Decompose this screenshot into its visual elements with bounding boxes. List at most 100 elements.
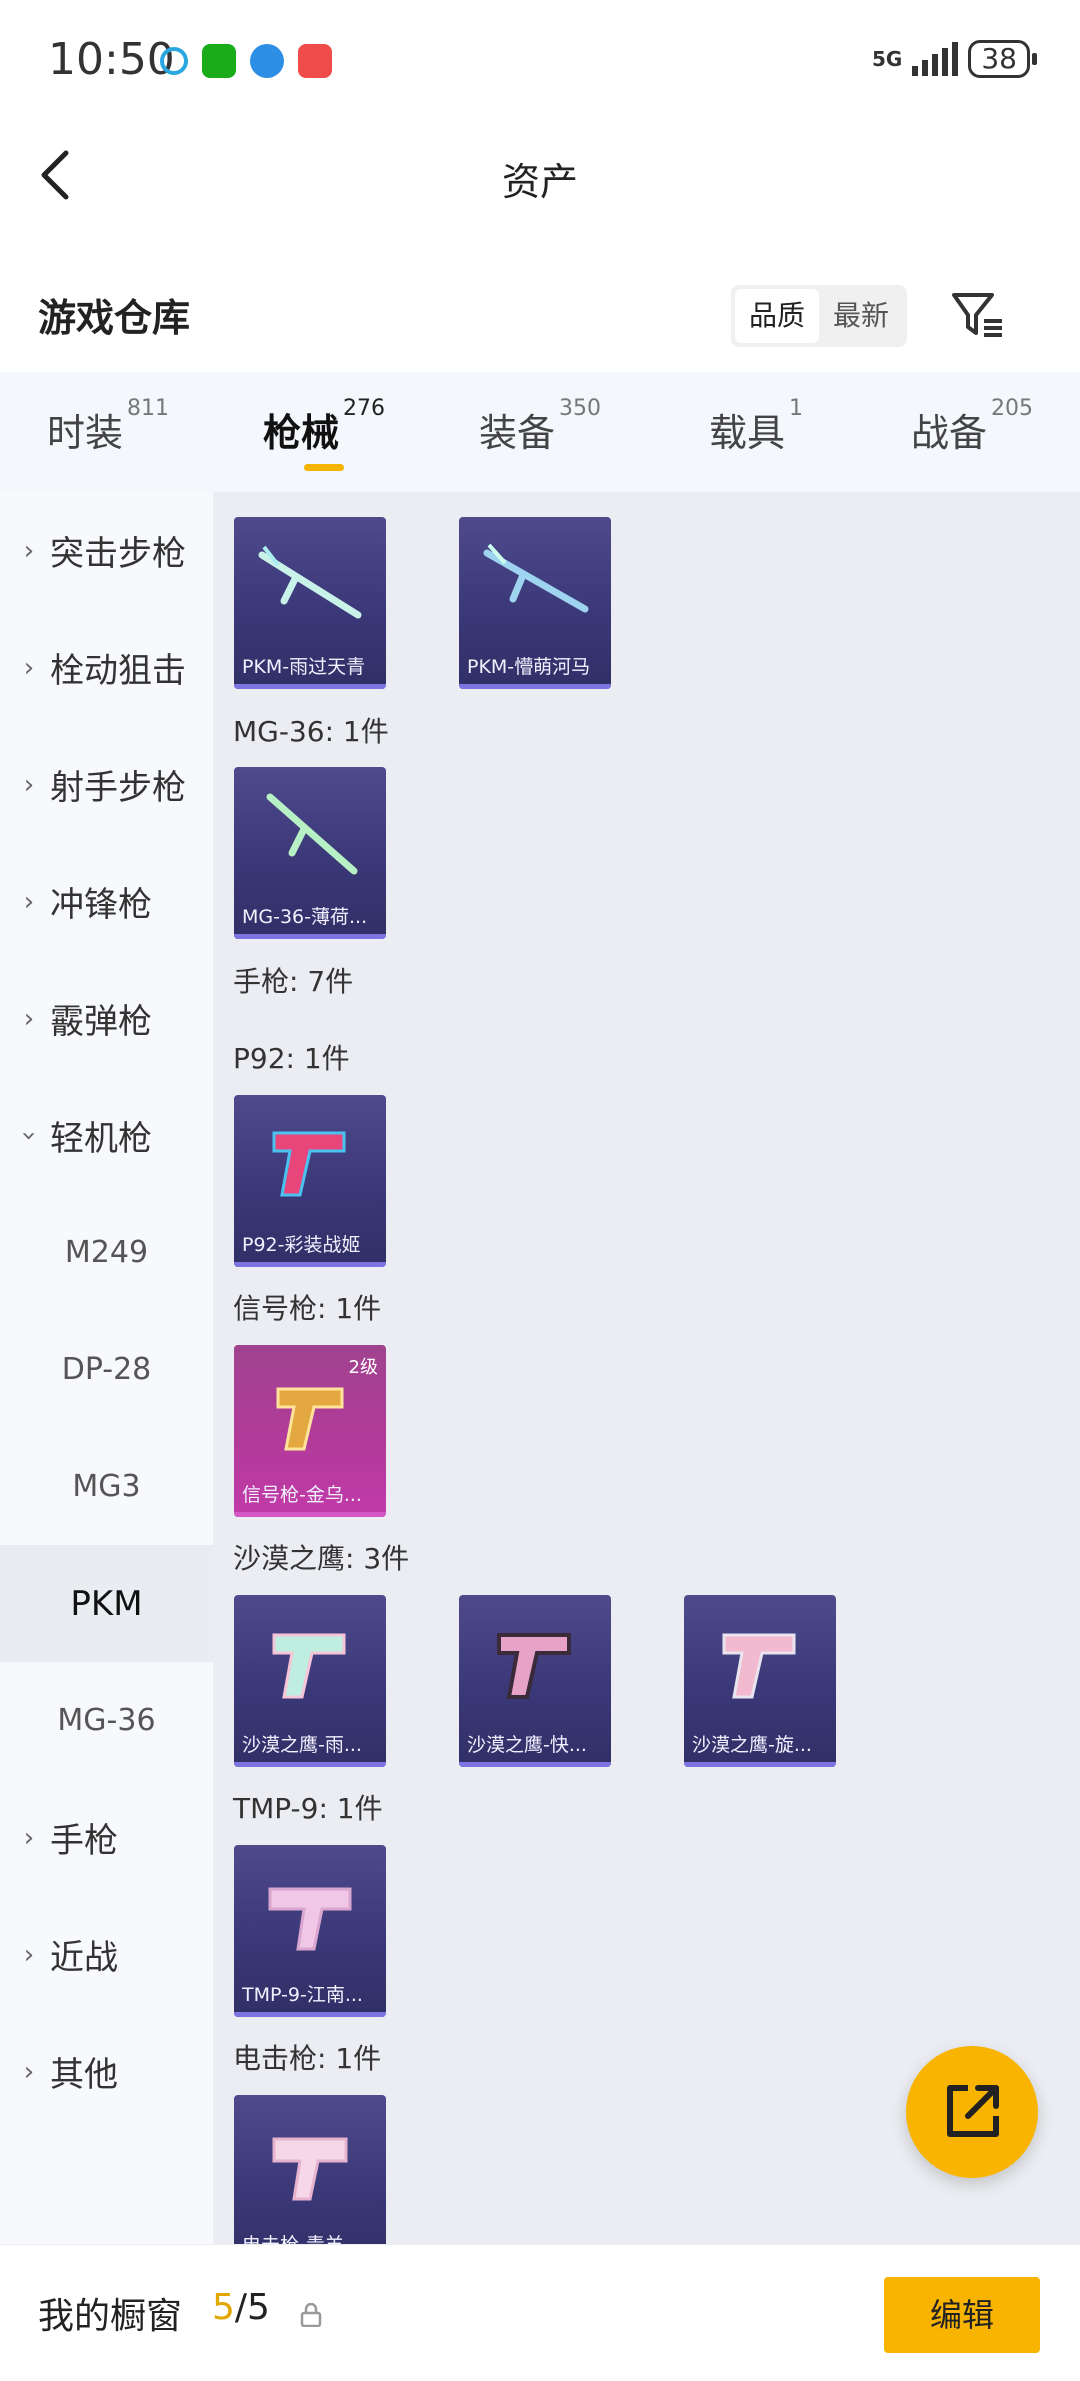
- tab-weapons[interactable]: 枪械276: [216, 372, 432, 492]
- item-name: 电击枪-青羊...: [242, 2230, 380, 2244]
- sidebar-subitem-m249[interactable]: M249: [0, 1194, 213, 1311]
- chevron-right-icon: ›: [23, 1939, 35, 1970]
- chat-bubble-icon: [160, 47, 188, 75]
- chevron-right-icon: ›: [23, 1003, 35, 1034]
- rarity-bar: [234, 934, 386, 939]
- chevron-right-icon: ›: [23, 652, 35, 683]
- sidebar-subitem-mg3[interactable]: MG3: [0, 1428, 213, 1545]
- sidebar-subitem-dp28[interactable]: DP-28: [0, 1311, 213, 1428]
- rarity-bar: [459, 684, 611, 689]
- lock-icon: [300, 2303, 322, 2327]
- sort-toggle: 品质 最新: [731, 285, 907, 347]
- rarity-bar: [234, 684, 386, 689]
- sidebar-item-smg[interactable]: › 冲锋枪: [0, 843, 213, 960]
- shopping-bag-icon: [298, 44, 332, 78]
- tab-label: 时装: [46, 411, 123, 455]
- sidebar-item-label: 栓动狙击: [50, 651, 186, 691]
- tab-label: 枪械: [262, 411, 339, 455]
- item-name: 沙漠之鹰-旋...: [692, 1734, 812, 1756]
- item-name: MG-36-薄荷...: [242, 906, 368, 928]
- category-tabs: 时装811 枪械276 装备350 载具1 战备205: [0, 372, 1080, 492]
- warehouse-title: 游戏仓库: [38, 296, 191, 340]
- group-label-flare: 信号枪: 1件: [233, 1292, 382, 1325]
- item-card[interactable]: 沙漠之鹰-快...: [459, 1595, 611, 1767]
- sidebar-item-melee[interactable]: › 近战: [0, 1896, 213, 2013]
- sidebar-subitem-pkm[interactable]: PKM: [0, 1545, 213, 1662]
- sidebar-item-assault-rifle[interactable]: › 突击步枪: [0, 492, 213, 609]
- item-name: 沙漠之鹰-快...: [467, 1734, 587, 1756]
- tab-count: 276: [343, 396, 385, 421]
- status-time: 10:50: [48, 34, 175, 85]
- sort-newest-button[interactable]: 最新: [819, 289, 903, 343]
- rarity-bar: [234, 1762, 386, 1767]
- item-card[interactable]: 沙漠之鹰-雨...: [234, 1595, 386, 1767]
- item-grid: PKM-雨过天青 PKM-懵萌河马 MG-36: 1件 MG-36-薄荷... …: [213, 492, 1080, 2244]
- stun-gun-icon: [272, 2137, 348, 2201]
- item-card[interactable]: PKM-懵萌河马: [459, 517, 611, 689]
- tab-count: 1: [789, 396, 803, 421]
- item-name: TMP-9-江南...: [242, 1984, 363, 2006]
- rifle-icon: [483, 543, 589, 613]
- tab-supplies[interactable]: 战备205: [864, 372, 1080, 492]
- filter-button[interactable]: [948, 285, 1008, 345]
- sort-quality-button[interactable]: 品质: [735, 289, 819, 343]
- share-button[interactable]: [906, 2046, 1038, 2178]
- item-card[interactable]: MG-36-薄荷...: [234, 767, 386, 939]
- group-label-stun-gun: 电击枪: 1件: [233, 2042, 382, 2075]
- group-label-deagle: 沙漠之鹰: 3件: [233, 1542, 410, 1575]
- tab-equipment[interactable]: 装备350: [432, 372, 648, 492]
- item-card[interactable]: 沙漠之鹰-旋...: [684, 1595, 836, 1767]
- sidebar-item-pistol[interactable]: › 手枪: [0, 1779, 213, 1896]
- item-name: PKM-懵萌河马: [467, 656, 591, 678]
- rarity-bar: [234, 2012, 386, 2017]
- sidebar-item-bolt-sniper[interactable]: › 栓动狙击: [0, 609, 213, 726]
- sidebar-item-label: 射手步枪: [50, 768, 186, 808]
- tab-count: 811: [127, 396, 169, 421]
- sidebar-item-shotgun[interactable]: › 霰弹枪: [0, 960, 213, 1077]
- item-card[interactable]: TMP-9-江南...: [234, 1845, 386, 2017]
- tab-fashion[interactable]: 时装811: [0, 372, 216, 492]
- tab-label: 装备: [478, 411, 555, 455]
- group-label-mg36: MG-36: 1件: [233, 715, 389, 748]
- pistol-icon: [722, 1633, 796, 1699]
- warehouse-header: 游戏仓库 品质 最新: [0, 265, 1080, 365]
- item-card[interactable]: 2级 信号枪-金乌...: [234, 1345, 386, 1517]
- rifle-icon: [266, 793, 358, 875]
- item-card[interactable]: P92-彩装战姬: [234, 1095, 386, 1267]
- page-title: 资产: [501, 160, 578, 204]
- item-name: 信号枪-金乌...: [242, 1484, 362, 1506]
- rarity-bar: [234, 1512, 386, 1517]
- rarity-bar: [459, 1762, 611, 1767]
- chevron-right-icon: ›: [23, 1822, 35, 1853]
- pistol-icon: [272, 1633, 346, 1699]
- network-type: 5G: [872, 47, 903, 71]
- chevron-right-icon: ›: [23, 535, 35, 566]
- sidebar-item-other[interactable]: › 其他: [0, 2013, 213, 2130]
- tab-count: 205: [991, 396, 1033, 421]
- status-bar: 10:50 5G 38: [0, 0, 1080, 125]
- rarity-bar: [684, 1762, 836, 1767]
- filter-icon: [952, 293, 1002, 337]
- chevron-right-icon: ›: [23, 886, 35, 917]
- pistol-icon: [272, 1131, 346, 1197]
- edit-button[interactable]: 编辑: [884, 2277, 1040, 2353]
- tab-label: 战备: [910, 411, 987, 455]
- pistol-icon: [497, 1633, 571, 1699]
- sidebar-item-label: 突击步枪: [50, 534, 186, 574]
- item-card[interactable]: 电击枪-青羊...: [234, 2095, 386, 2244]
- browser-icon: [250, 44, 284, 78]
- sidebar-item-label: 霰弹枪: [50, 1002, 152, 1042]
- active-tab-indicator: [304, 464, 344, 471]
- smg-icon: [268, 1887, 352, 1951]
- tab-label: 载具: [708, 411, 785, 455]
- sidebar-item-lmg[interactable]: › 轻机枪: [0, 1077, 213, 1194]
- chevron-right-icon: ›: [23, 769, 35, 800]
- sidebar-subitem-mg36[interactable]: MG-36: [0, 1662, 213, 1779]
- chevron-right-icon: ›: [23, 2056, 35, 2087]
- item-card[interactable]: PKM-雨过天青: [234, 517, 386, 689]
- sidebar-item-label: 其他: [50, 2055, 118, 2095]
- share-external-icon: [947, 2085, 999, 2137]
- group-label-tmp9: TMP-9: 1件: [233, 1792, 383, 1825]
- sidebar-item-marksman-rifle[interactable]: › 射手步枪: [0, 726, 213, 843]
- tab-vehicles[interactable]: 载具1: [648, 372, 864, 492]
